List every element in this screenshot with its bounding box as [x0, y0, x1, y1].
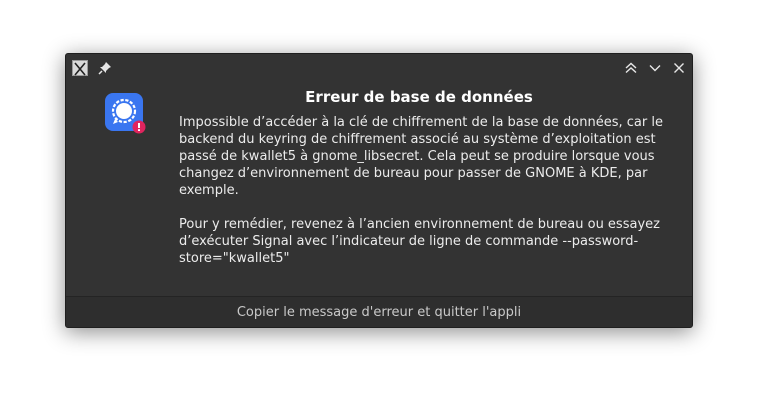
message-paragraph: Pour y remédier, revenez à l’ancien envi… [179, 217, 660, 266]
dialog-message: Impossible d’accéder à la clé de chiffre… [179, 114, 669, 267]
minimize-button[interactable] [646, 59, 664, 77]
maximize-button[interactable] [622, 59, 640, 77]
titlebar [66, 54, 692, 82]
pin-icon[interactable] [97, 60, 113, 76]
x-app-icon[interactable] [72, 60, 88, 76]
close-icon [674, 63, 684, 73]
error-dialog-window: Erreur de base de données Impossible d’a… [65, 53, 693, 328]
chevron-up-double-icon [625, 62, 637, 74]
signal-logo-icon [104, 92, 148, 136]
copy-error-and-quit-button[interactable]: Copier le message d'erreur et quitter l'… [66, 296, 692, 327]
error-badge-icon [132, 120, 146, 134]
message-paragraph: Impossible d’accéder à la clé de chiffre… [179, 115, 663, 198]
chevron-down-icon [649, 65, 661, 72]
dialog-title: Erreur de base de données [305, 88, 533, 106]
close-button[interactable] [670, 59, 688, 77]
